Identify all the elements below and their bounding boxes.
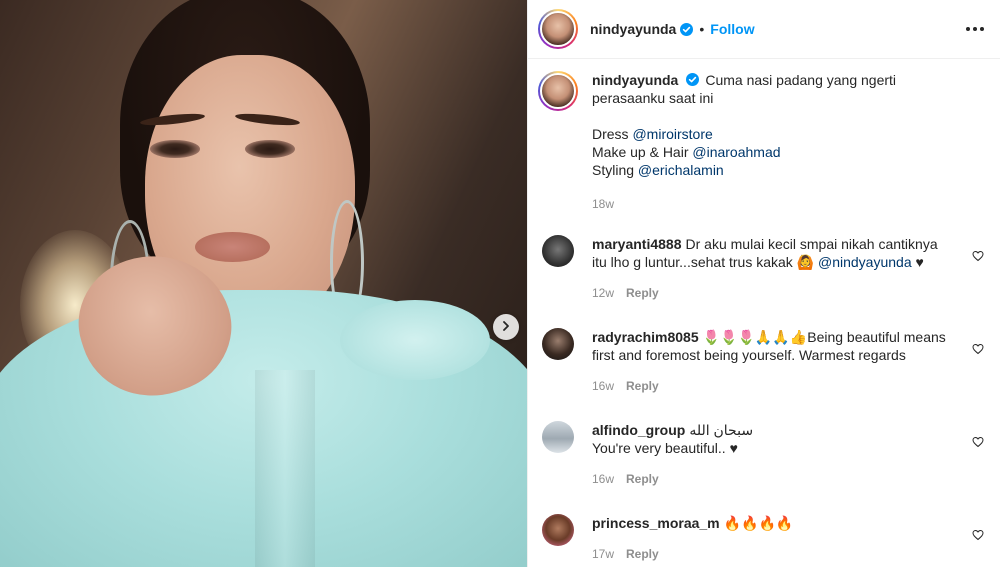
comment-username[interactable]: maryanti4888 (592, 236, 682, 252)
credit-label: Styling (592, 162, 638, 178)
caption-row: nindyayunda Cuma nasi padang yang ngerti … (538, 71, 984, 213)
mention-link[interactable]: @nindyayunda (818, 254, 912, 270)
comment-text: You're very beautiful.. ♥ (592, 440, 738, 456)
comment-row: princess_moraa_m 🔥🔥🔥🔥 17w Reply (538, 514, 984, 563)
comment-body: alfindo_group سبحان الله You're very beau… (592, 421, 984, 488)
instagram-post: nindyayunda • Follow nindyayunda Cuma nas… (0, 0, 1000, 567)
comment-body: maryanti4888 Dr aku mulai kecil smpai nik… (592, 235, 984, 302)
comment-suffix: ♥ (911, 254, 924, 270)
commenter-avatar[interactable] (542, 514, 574, 546)
comment-time[interactable]: 16w (592, 377, 614, 395)
credit-label: Dress (592, 126, 633, 142)
comment-row: alfindo_group سبحان الله You're very beau… (538, 421, 984, 488)
reply-button[interactable]: Reply (626, 470, 659, 488)
mention-link[interactable]: @miroirstore (632, 126, 712, 142)
comment-row: maryanti4888 Dr aku mulai kecil smpai nik… (538, 235, 984, 302)
comment-text: 🔥🔥🔥🔥 (723, 515, 794, 531)
reply-button[interactable]: Reply (626, 377, 659, 395)
heart-icon[interactable] (972, 249, 984, 265)
next-photo-button[interactable] (493, 314, 519, 340)
comment-meta: 16w Reply (592, 377, 954, 395)
photo-placket (255, 370, 315, 567)
caption-avatar[interactable] (538, 71, 578, 111)
commenter-avatar[interactable] (542, 235, 574, 267)
comment-time[interactable]: 12w (592, 284, 614, 302)
caption-credit-line: Dress @miroirstore (592, 125, 954, 143)
comment-meta: 17w Reply (592, 545, 954, 563)
comment-time[interactable]: 16w (592, 470, 614, 488)
separator-dot: • (699, 21, 705, 37)
caption-meta: 18w (592, 195, 954, 213)
comment-username[interactable]: alfindo_group (592, 422, 685, 438)
caption-body: nindyayunda Cuma nasi padang yang ngerti … (592, 71, 984, 213)
post-photo[interactable] (0, 0, 527, 567)
author-avatar[interactable] (538, 9, 578, 49)
more-options-icon[interactable] (966, 27, 984, 31)
photo-lips (195, 232, 270, 262)
author-username[interactable]: nindyayunda (590, 21, 676, 37)
heart-icon[interactable] (972, 435, 984, 451)
mention-link[interactable]: @inaroahmad (692, 144, 780, 160)
mention-link[interactable]: @erichalamin (638, 162, 724, 178)
comment-meta: 12w Reply (592, 284, 954, 302)
caption-credit-line: Make up & Hair @inaroahmad (592, 143, 954, 161)
commenter-avatar[interactable] (542, 328, 574, 360)
verified-badge-icon (686, 73, 700, 86)
heart-icon[interactable] (972, 528, 984, 544)
commenter-avatar[interactable] (542, 421, 574, 453)
reply-button[interactable]: Reply (626, 284, 659, 302)
comment-meta: 16w Reply (592, 470, 954, 488)
credit-label: Make up & Hair (592, 144, 693, 160)
follow-button[interactable]: Follow (710, 21, 754, 37)
photo-eye-left (150, 140, 200, 158)
comment-username[interactable]: radyrachim8085 (592, 329, 699, 345)
comment-time[interactable]: 17w (592, 545, 614, 563)
reply-button[interactable]: Reply (626, 545, 659, 563)
comment-username[interactable]: princess_moraa_m (592, 515, 720, 531)
verified-badge-icon (680, 22, 694, 36)
caption-username[interactable]: nindyayunda (592, 72, 678, 88)
heart-icon[interactable] (972, 342, 984, 358)
post-header: nindyayunda • Follow (528, 0, 1000, 59)
photo-eye-right (245, 140, 295, 158)
comment-body: princess_moraa_m 🔥🔥🔥🔥 17w Reply (592, 514, 984, 563)
photo-ruffle (340, 300, 490, 380)
comments-section: nindyayunda Cuma nasi padang yang ngerti … (528, 59, 1000, 563)
comment-row: radyrachim8085 🌷🌷🌷🙏🙏👍Being beautiful mean… (538, 328, 984, 395)
post-side-panel: nindyayunda • Follow nindyayunda Cuma nas… (527, 0, 1000, 567)
caption-credit-line: Styling @erichalamin (592, 161, 954, 179)
chevron-right-icon (500, 319, 512, 335)
comment-text-arabic: سبحان الله (689, 422, 754, 438)
comment-body: radyrachim8085 🌷🌷🌷🙏🙏👍Being beautiful mean… (592, 328, 984, 395)
caption-time[interactable]: 18w (592, 195, 614, 213)
